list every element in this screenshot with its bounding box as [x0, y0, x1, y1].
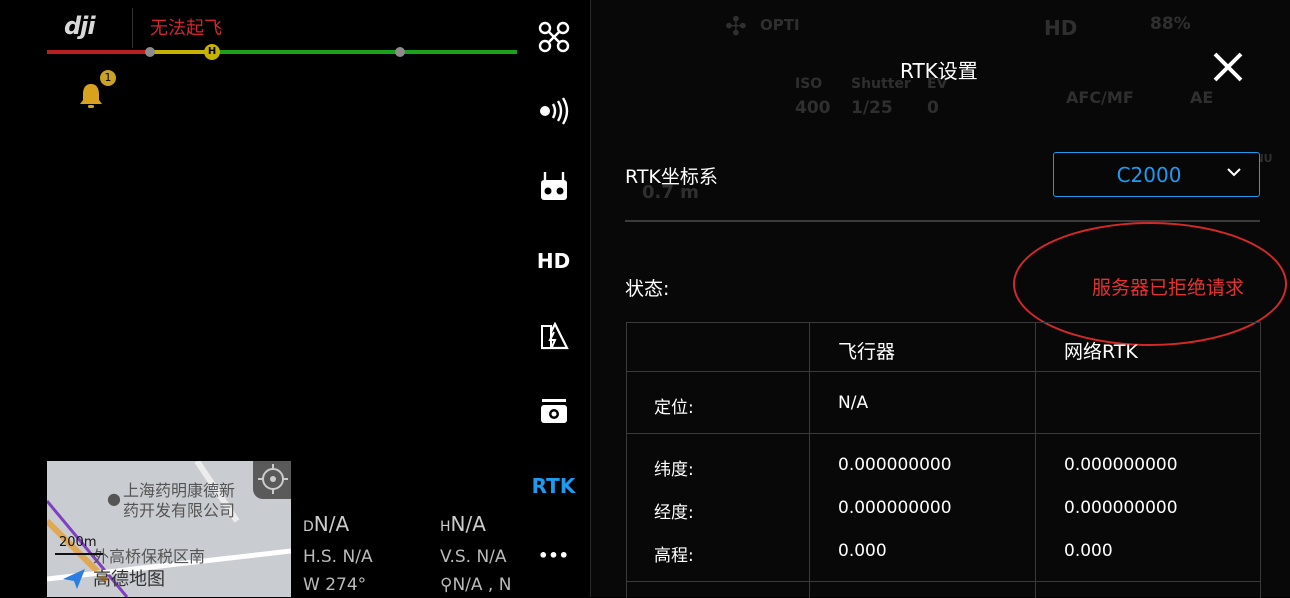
progress-red-segment — [47, 50, 150, 54]
w-value: 274° — [325, 575, 367, 595]
latitude-label: 纬度: — [654, 460, 694, 480]
vs-value: N/A — [476, 547, 507, 567]
location-pin-icon: ⚲ — [440, 575, 453, 595]
positioning-label: 定位: — [654, 398, 694, 418]
longitude-label: 经度: — [654, 503, 694, 523]
wind-readout: W 274° — [303, 575, 366, 595]
latitude-aircraft-value: 0.000000000 — [838, 455, 952, 475]
ae-ghost-label: AE — [1190, 88, 1214, 107]
sidebar-item-battery[interactable] — [517, 321, 590, 356]
progress-node — [145, 47, 155, 57]
sidebar-item-camera[interactable] — [517, 397, 590, 429]
map-recenter-button[interactable] — [253, 461, 291, 499]
longitude-aircraft-value: 0.000000000 — [838, 498, 952, 518]
bell-icon[interactable] — [78, 82, 104, 110]
map-poi-marker: ● — [107, 489, 121, 508]
aircraft-icon — [538, 21, 569, 53]
sidebar-item-aircraft[interactable] — [517, 20, 590, 58]
vs-label: V.S. — [440, 547, 472, 567]
map-label: 药开发有限公司 — [123, 501, 236, 520]
position-value: N/A , N — [452, 575, 512, 595]
progress-node — [395, 47, 405, 57]
sidebar-item-hd[interactable]: HD — [517, 249, 590, 273]
position-readout: ⚲N/A , N — [440, 575, 511, 595]
table-header-aircraft: 飞行器 — [838, 341, 896, 363]
rtk-status-table: 飞行器 网络RTK 定位: N/A 纬度: 0.000000000 0.0000… — [626, 322, 1261, 598]
battery-ghost-label: 88% — [1150, 14, 1191, 34]
close-icon[interactable] — [1211, 50, 1245, 84]
altitude-network-value: 0.000 — [1064, 541, 1113, 561]
hs-label: H.S. — [303, 547, 338, 567]
table-header-network-rtk: 网络RTK — [1064, 341, 1138, 363]
afc-ghost-label: AFC/MF — [1066, 88, 1134, 107]
map-scale-text: 200m — [59, 535, 97, 550]
hd-ghost-label: HD — [1044, 16, 1078, 40]
panel-title: RTK设置 — [900, 59, 978, 83]
remote-controller-icon — [540, 172, 567, 200]
dji-logo[interactable]: dji — [64, 12, 96, 40]
progress-yellow-segment — [150, 50, 212, 54]
iso-ghost-value: 400 — [795, 98, 831, 118]
battery-icon — [540, 321, 569, 350]
header-divider — [132, 8, 133, 48]
map-scale-bar — [55, 553, 103, 555]
distance-value: N/A — [313, 512, 350, 536]
opti-label: OPTI — [760, 16, 800, 34]
height-label: H — [440, 519, 451, 535]
settings-sidebar: HD RTK ••• — [517, 0, 590, 597]
flight-view: dji 无法起飞 H 1 ● 上海药明康德新 药开发有限公司 外高桥保税区南 2… — [0, 0, 517, 597]
sidebar-item-rtk[interactable]: RTK — [517, 474, 590, 498]
sidebar-item-more[interactable]: ••• — [517, 546, 590, 565]
flight-status-text[interactable]: 无法起飞 — [150, 14, 222, 40]
camera-icon — [540, 399, 567, 423]
shutter-ghost-value: 1/25 — [851, 98, 893, 118]
map-label: 外高桥保税区南 — [93, 547, 206, 566]
crosshair-icon — [258, 464, 288, 494]
horizontal-speed-readout: H.S. N/A — [303, 547, 373, 567]
opti-icon: ✣ — [725, 12, 747, 42]
notification-badge: 1 — [100, 70, 116, 86]
sidebar-item-signal[interactable] — [517, 96, 590, 130]
distance-readout: DN/A — [303, 512, 349, 536]
status-label: 状态: — [625, 278, 670, 300]
altitude-label: 高程: — [654, 546, 694, 566]
altitude-aircraft-value: 0.000 — [838, 541, 887, 561]
w-label: W — [303, 575, 320, 595]
navigation-arrow-icon — [63, 569, 85, 589]
coordinate-system-label: RTK坐标系 — [625, 166, 718, 188]
distance-label: D — [303, 519, 314, 535]
coordinate-system-value: C2000 — [1116, 163, 1182, 187]
coordinate-system-select[interactable]: C2000 — [1053, 152, 1260, 197]
latitude-network-value: 0.000000000 — [1064, 455, 1178, 475]
hs-value: N/A — [342, 547, 373, 567]
height-value: N/A — [450, 512, 486, 536]
ev-ghost-value: 0 — [927, 98, 939, 118]
minimap[interactable]: ● 上海药明康德新 药开发有限公司 外高桥保税区南 200m 高德地图 — [47, 461, 291, 597]
longitude-network-value: 0.000000000 — [1064, 498, 1178, 518]
signal-icon — [539, 97, 568, 125]
home-point-marker: H — [204, 44, 220, 60]
progress-green-segment — [212, 50, 517, 54]
chevron-down-icon — [1227, 168, 1241, 177]
positioning-aircraft-value: N/A — [838, 393, 869, 413]
sidebar-item-remote-controller[interactable] — [517, 170, 590, 206]
vertical-speed-readout: V.S. N/A — [440, 547, 507, 567]
map-brand: 高德地图 — [93, 569, 165, 590]
iso-ghost-label: ISO — [795, 76, 823, 92]
height-readout: HN/A — [440, 512, 486, 536]
